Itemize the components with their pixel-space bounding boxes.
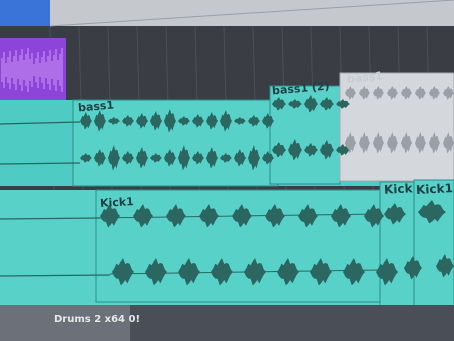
kick-clip-3-label: Kick1 [415,181,454,197]
top-blue-clip[interactable] [0,0,50,26]
kick-clip-2[interactable] [379,181,415,313]
kick-clip-3[interactable] [413,179,454,317]
arrangement-canvas [0,0,454,341]
bottom-grey-area [130,305,454,341]
arrangement-view: bass1 bass1 (2) bass1 Kick1 Kick Kick1 D… [0,0,454,341]
kick-clip-2-label: Kick [383,181,413,197]
purple-clip[interactable] [0,38,66,100]
bass-clip-1[interactable] [72,99,279,187]
drums-clip-label: Drums 2 x64 0! [54,314,141,325]
kick-clip-1-label: Kick1 [99,195,135,210]
